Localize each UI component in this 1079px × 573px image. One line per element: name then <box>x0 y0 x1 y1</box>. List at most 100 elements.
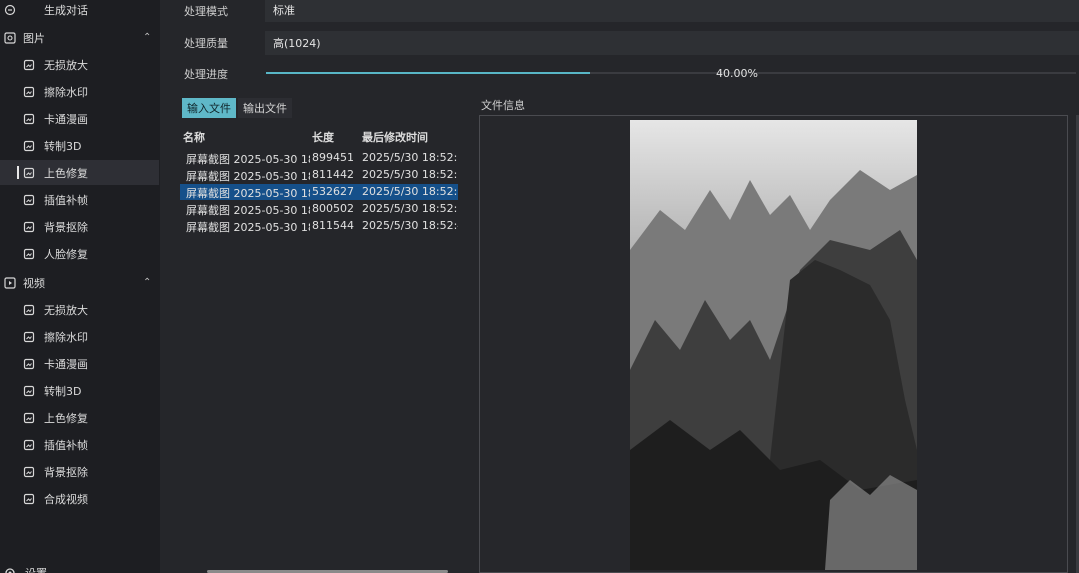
mode-select[interactable]: 标准 <box>265 0 1079 22</box>
sidebar-item-1-2[interactable]: 卡通漫画 <box>0 351 159 376</box>
tab-output-files-label: 输出文件 <box>243 102 287 115</box>
cell-name: 屏幕截图 2025-05-30 1833 <box>186 187 310 200</box>
sidebar-item-0-4[interactable]: 上色修复 <box>0 160 159 185</box>
table-row[interactable]: 屏幕截图 2025-05-30 1850811544 2025/5/30 18:5… <box>180 218 458 234</box>
progress-bar <box>266 72 1076 74</box>
sidebar-item-0-1[interactable]: 擦除水印 <box>0 79 159 104</box>
mode-value: 标准 <box>273 4 295 17</box>
nav-chat[interactable]: 生成对话 <box>0 0 159 22</box>
sidebar-item-label: 擦除水印 <box>44 330 88 344</box>
active-indicator <box>17 166 19 179</box>
cutout-icon <box>23 466 35 478</box>
sidebar-item-label: 插值补帧 <box>44 193 88 207</box>
sidebar-item-label: 无损放大 <box>44 58 88 72</box>
sidebar-item-label: 转制3D <box>44 384 82 398</box>
cube-icon <box>23 385 35 397</box>
eraser-icon <box>23 86 35 98</box>
nav-chat-label: 生成对话 <box>44 3 88 17</box>
nav-settings[interactable]: 设置 <box>0 560 159 573</box>
image-icon <box>4 31 16 44</box>
sidebar-item-label: 卡通漫画 <box>44 112 88 126</box>
sidebar-item-1-6[interactable]: 背景抠除 <box>0 459 159 484</box>
sidebar-item-label: 卡通漫画 <box>44 357 88 371</box>
tab-output-files[interactable]: 输出文件 <box>238 98 292 118</box>
tab-input-files[interactable]: 输入文件 <box>182 98 236 118</box>
face-icon <box>23 248 35 260</box>
cell-name: 屏幕截图 2025-05-30 1840 <box>186 204 310 217</box>
sidebar-item-label: 上色修复 <box>44 166 88 180</box>
play-icon <box>23 493 35 505</box>
chevron-up-icon: ⌃ <box>143 277 152 288</box>
cube-icon <box>23 140 35 152</box>
cell-modified: 2025/5/30 18:52:37 <box>362 202 458 215</box>
quality-value: 高(1024) <box>273 37 321 50</box>
cell-size: 811442 <box>312 168 354 181</box>
sidebar-item-1-1[interactable]: 擦除水印 <box>0 324 159 349</box>
sidebar: 生成对话 图片 ⌃ 无损放大 擦除水印 卡通漫画 转制3D 上色修复 插值补帧 背景抠除 人脸… <box>0 0 160 573</box>
palette-icon <box>23 358 35 370</box>
cell-modified: 2025/5/30 18:52:31 <box>362 151 458 164</box>
sidebar-item-1-4[interactable]: 上色修复 <box>0 405 159 430</box>
column-header-size[interactable]: 长度 <box>312 129 334 145</box>
sidebar-item-label: 人脸修复 <box>44 247 88 261</box>
sidebar-item-label: 合成视频 <box>44 492 88 506</box>
cell-name: 屏幕截图 2025-05-30 1833 <box>186 170 310 183</box>
cell-modified: 2025/5/30 18:52:40 <box>362 219 458 232</box>
chevron-up-icon: ⌃ <box>143 32 152 43</box>
sidebar-item-0-5[interactable]: 插值补帧 <box>0 187 159 212</box>
chat-icon <box>4 4 16 16</box>
sidebar-item-label: 上色修复 <box>44 411 88 425</box>
column-header-name[interactable]: 名称 <box>183 129 205 145</box>
cell-size: 899451 <box>312 151 354 164</box>
cutout-icon <box>23 221 35 233</box>
cell-name: 屏幕截图 2025-05-30 1833 <box>186 153 310 166</box>
nav-settings-label: 设置 <box>25 566 47 573</box>
sidebar-item-1-0[interactable]: 无损放大 <box>0 297 159 322</box>
palette-icon <box>23 113 35 125</box>
sidebar-item-0-7[interactable]: 人脸修复 <box>0 241 159 266</box>
cell-modified: 2025/5/30 18:52:34 <box>362 168 458 181</box>
cell-size: 800502 <box>312 202 354 215</box>
sidebar-item-label: 插值补帧 <box>44 438 88 452</box>
section-image[interactable]: 图片 ⌃ <box>0 25 159 50</box>
column-header-modified[interactable]: 最后修改时间 <box>362 129 428 145</box>
progress-text: 40.00% <box>716 67 758 80</box>
preview-image <box>630 120 917 570</box>
zoom-icon <box>23 59 35 71</box>
sidebar-item-0-2[interactable]: 卡通漫画 <box>0 106 159 131</box>
photo-edit-icon <box>23 412 35 424</box>
video-icon <box>4 276 16 289</box>
quality-label: 处理质量 <box>184 37 228 50</box>
section-image-label: 图片 <box>23 31 45 45</box>
preview-label: 文件信息 <box>481 99 525 112</box>
sidebar-item-label: 擦除水印 <box>44 85 88 99</box>
cell-size: 532627 <box>312 185 354 198</box>
sidebar-item-1-3[interactable]: 转制3D <box>0 378 159 403</box>
gear-icon <box>4 567 16 573</box>
table-row[interactable]: 屏幕截图 2025-05-30 1833899451 2025/5/30 18:5… <box>180 150 458 166</box>
quality-select[interactable]: 高(1024) <box>265 31 1079 55</box>
table-row[interactable]: 屏幕截图 2025-05-30 1833532627 2025/5/30 18:5… <box>180 184 458 200</box>
frame-icon <box>23 439 35 451</box>
eraser-icon <box>23 331 35 343</box>
frame-icon <box>23 194 35 206</box>
video-zoom-icon <box>23 304 35 316</box>
sidebar-item-0-0[interactable]: 无损放大 <box>0 52 159 77</box>
mode-label: 处理模式 <box>184 5 228 18</box>
sidebar-item-1-7[interactable]: 合成视频 <box>0 486 159 511</box>
sidebar-item-label: 背景抠除 <box>44 220 88 234</box>
section-video-label: 视频 <box>23 276 45 290</box>
table-row[interactable]: 屏幕截图 2025-05-30 1840800502 2025/5/30 18:5… <box>180 201 458 217</box>
progress-label: 处理进度 <box>184 68 228 81</box>
progress-fill <box>266 72 590 74</box>
table-row[interactable]: 屏幕截图 2025-05-30 1833811442 2025/5/30 18:5… <box>180 167 458 183</box>
section-video[interactable]: 视频 ⌃ <box>0 270 159 295</box>
photo-edit-icon <box>23 167 35 179</box>
sidebar-item-0-6[interactable]: 背景抠除 <box>0 214 159 239</box>
cell-modified: 2025/5/30 18:52:53 <box>362 185 458 198</box>
sidebar-item-0-3[interactable]: 转制3D <box>0 133 159 158</box>
sidebar-item-label: 转制3D <box>44 139 82 153</box>
sidebar-item-1-5[interactable]: 插值补帧 <box>0 432 159 457</box>
sidebar-item-label: 无损放大 <box>44 303 88 317</box>
cell-size: 811544 <box>312 219 354 232</box>
